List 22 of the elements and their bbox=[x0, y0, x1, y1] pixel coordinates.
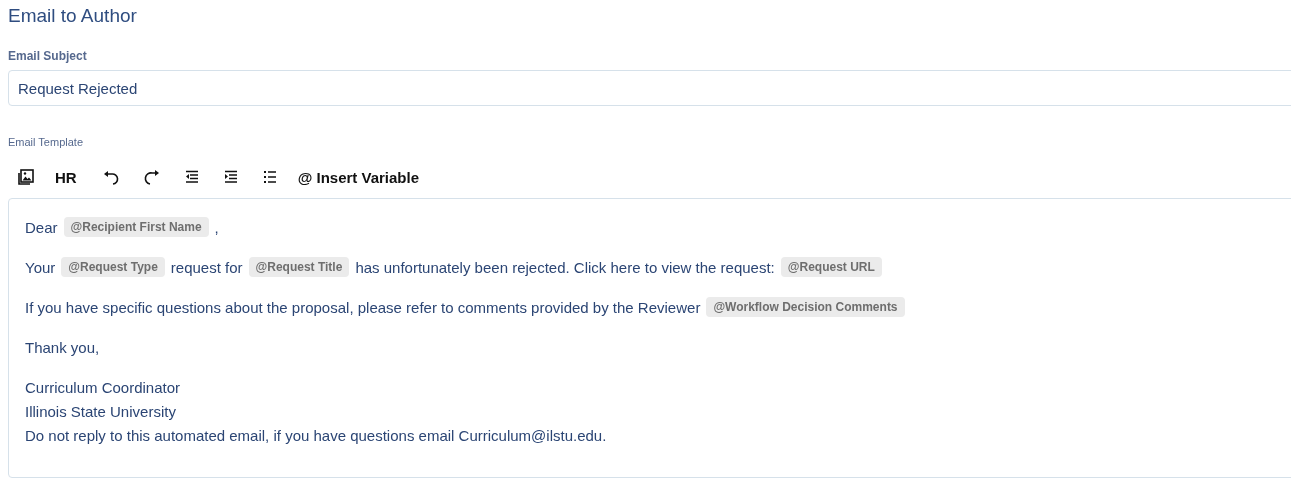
variable-tag: @Workflow Decision Comments bbox=[706, 297, 905, 317]
page-title: Email to Author bbox=[8, 4, 138, 28]
email-editor[interactable] bbox=[8, 198, 1291, 478]
body-text: If you have specific questions about the proposal, please refer to comments provided by the Reviewer bbox=[25, 298, 701, 316]
variable-tag: @Request Title bbox=[248, 257, 350, 277]
variable-tag: @Request URL bbox=[780, 257, 882, 277]
variable-tag: @Recipient First Name bbox=[63, 217, 209, 237]
field-label: Email Subject bbox=[8, 49, 88, 63]
body-text: request for bbox=[170, 258, 243, 276]
body-text: Thank you, bbox=[25, 338, 100, 356]
field-label: Email Template bbox=[8, 136, 84, 148]
body-text: Curriculum Coordinator bbox=[25, 378, 181, 396]
body-text: Do not reply to this automated email, if you have questions email Curriculum@ilstu.edu. bbox=[25, 426, 607, 444]
toolbar-button[interactable]: @ Insert Variable bbox=[295, 165, 422, 189]
subject-field[interactable]: Request Rejected bbox=[8, 70, 1291, 106]
body-text: Your bbox=[25, 258, 56, 276]
body-text: Illinois State University bbox=[25, 402, 176, 420]
body-text: , bbox=[214, 218, 219, 236]
variable-tag: @Request Type bbox=[61, 257, 165, 277]
body-text: has unfortunately been rejected. Click here to view the request: bbox=[355, 258, 775, 276]
body-text: Dear bbox=[25, 218, 58, 236]
toolbar-button[interactable]: HR bbox=[53, 165, 79, 189]
